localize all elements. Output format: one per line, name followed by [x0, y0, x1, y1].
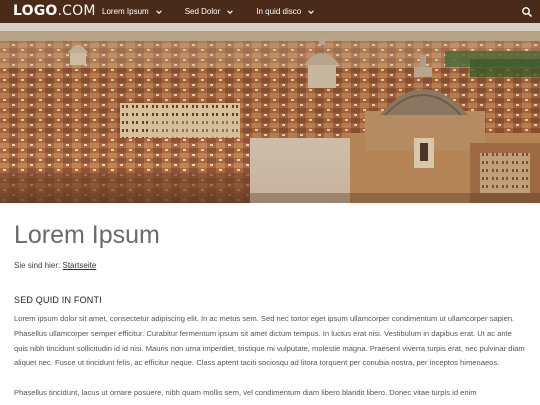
section-heading: SED QUID IN FONTI — [14, 295, 102, 305]
paragraph-1: Lorem ipsum dolor sit amet, consectetur … — [14, 314, 525, 368]
menu-item-label: Sed Dolor — [184, 7, 221, 16]
breadcrumb-link-startseite[interactable]: Startseite — [62, 261, 96, 270]
chevron-down-icon — [308, 9, 314, 14]
chevron-down-icon — [155, 9, 162, 14]
menu-item-in-quid-disco[interactable]: In quid disco — [256, 0, 315, 23]
hero-image — [0, 23, 540, 203]
search-icon[interactable] — [521, 6, 533, 18]
menu-item-label: In quid disco — [256, 7, 302, 16]
menu-item-lorem-ipsum[interactable]: Lorem Ipsum — [102, 0, 163, 23]
paragraph-2: Phasellus tincidunt, lacus ut ornare pos… — [14, 388, 477, 397]
breadcrumb-prefix: Sie sind hier: — [14, 261, 61, 270]
breadcrumb: Sie sind hier: Startseite — [14, 261, 96, 270]
menu-item-sed-dolor[interactable]: Sed Dolor — [185, 0, 235, 23]
chevron-down-icon — [227, 9, 234, 14]
top-navigation-bar: LOGO.COM Lorem Ipsum Sed Dolor In quid d… — [0, 0, 540, 23]
menu-item-label: Lorem Ipsum — [102, 7, 149, 16]
logo-light-text: .COM — [57, 3, 96, 19]
page-title: Lorem Ipsum — [14, 221, 160, 249]
logo-bold-text: LOGO — [13, 3, 58, 19]
cityscape-illustration — [0, 23, 540, 203]
logo[interactable]: LOGO.COM — [13, 3, 96, 19]
main-menu: Lorem Ipsum Sed Dolor In quid disco — [102, 0, 337, 23]
